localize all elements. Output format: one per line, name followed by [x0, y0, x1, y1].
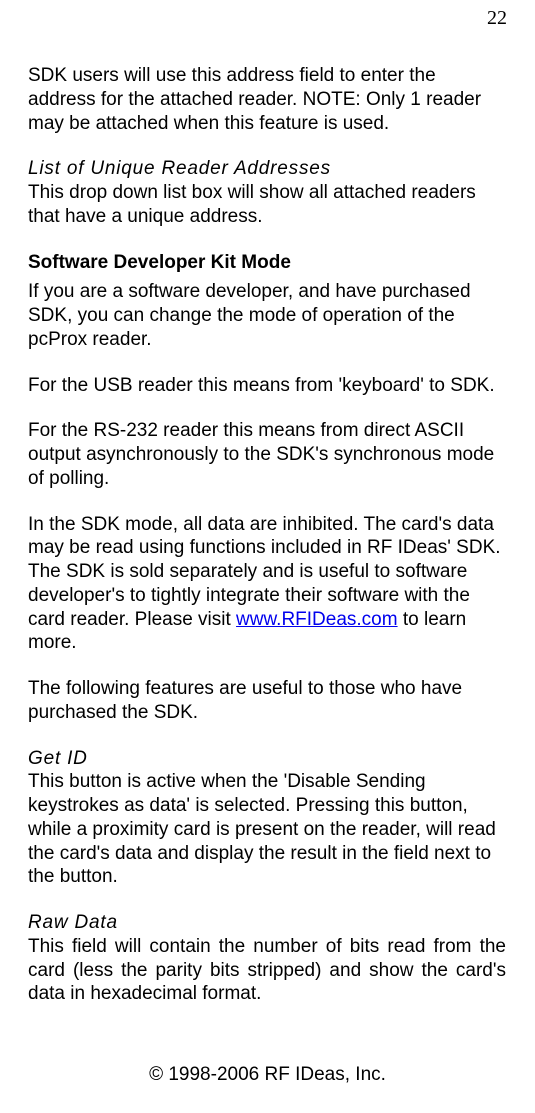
paragraph-get-id: This button is active when the 'Disable …: [28, 770, 506, 889]
paragraph-sdk-features: The following features are useful to tho…: [28, 677, 506, 725]
heading-get-id: Get ID: [28, 747, 506, 771]
page-number: 22: [487, 6, 507, 31]
paragraph-usb: For the USB reader this means from 'keyb…: [28, 374, 506, 398]
page-content: SDK users will use this address field to…: [28, 32, 506, 1006]
paragraph-intro: SDK users will use this address field to…: [28, 64, 506, 135]
paragraph-sdk-details: In the SDK mode, all data are inhibited.…: [28, 513, 506, 656]
footer-copyright: © 1998-2006 RF IDeas, Inc.: [0, 1063, 535, 1087]
heading-sdk-mode: Software Developer Kit Mode: [28, 251, 506, 275]
heading-raw-data: Raw Data: [28, 911, 506, 935]
paragraph-list-unique: This drop down list box will show all at…: [28, 181, 506, 229]
paragraph-raw-data: This field will contain the number of bi…: [28, 935, 506, 1006]
heading-list-unique-reader-addresses: List of Unique Reader Addresses: [28, 157, 506, 181]
link-rfideas[interactable]: www.RFIDeas.com: [236, 609, 398, 630]
paragraph-sdk-intro: If you are a software developer, and hav…: [28, 280, 506, 351]
paragraph-rs232: For the RS-232 reader this means from di…: [28, 419, 506, 490]
